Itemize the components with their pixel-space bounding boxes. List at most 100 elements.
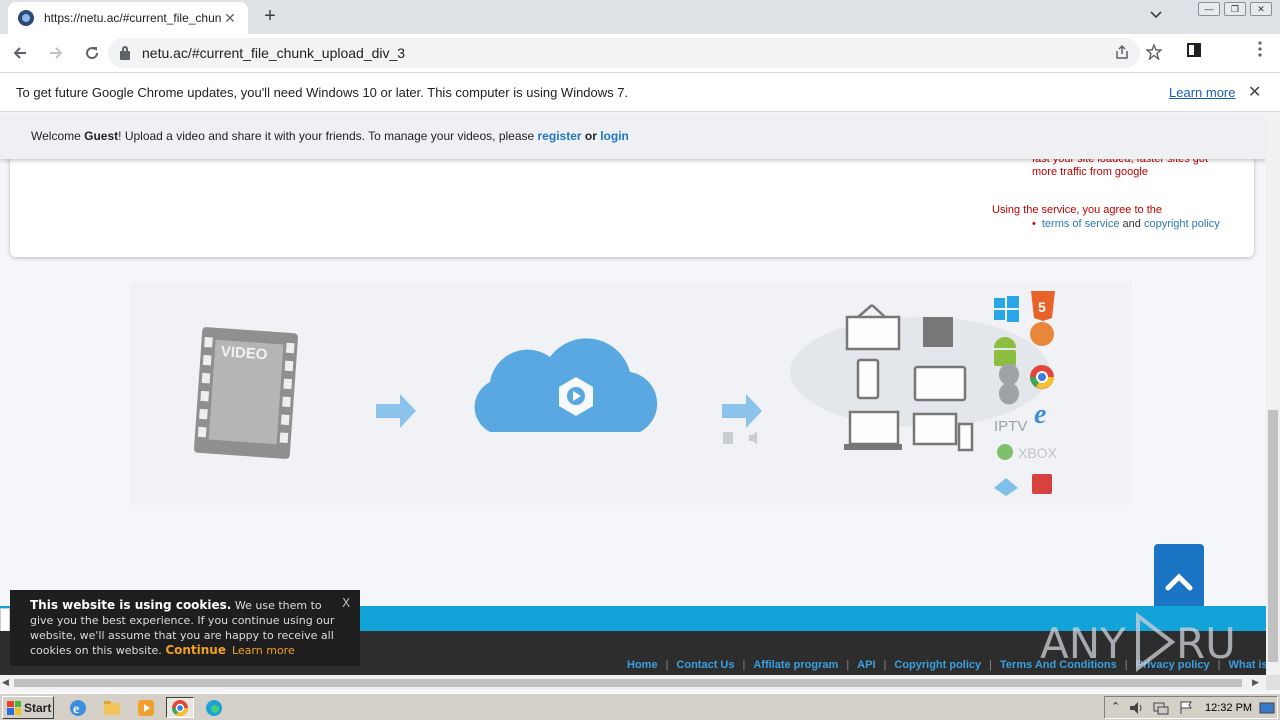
welcome-body: ! Upload a video and share it with your … — [118, 129, 538, 143]
cookie-close-icon[interactable]: X — [342, 596, 350, 611]
upload-illustration: VIDEO 5 IPTV e XBOX — [130, 282, 1132, 505]
footer-link-copyright[interactable]: Copyright policy — [894, 659, 981, 671]
tab-title: https://netu.ac/#current_file_chunk — [44, 11, 222, 25]
back-button[interactable] — [4, 37, 36, 69]
infobar-close-icon[interactable]: ✕ — [1248, 82, 1261, 102]
forward-button[interactable] — [40, 37, 72, 69]
login-link[interactable]: login — [600, 129, 629, 143]
tab-search-button[interactable] — [1150, 8, 1162, 22]
html5-icon: 5 — [1031, 291, 1055, 321]
horizontal-scroll-thumb[interactable] — [14, 679, 1242, 687]
taskbar-media-player-icon[interactable] — [132, 697, 160, 718]
anyrun-watermark: ANY RUN — [1040, 611, 1267, 675]
infobar-learn-more-link[interactable]: Learn more — [1169, 85, 1235, 100]
footer-link-affiliate[interactable]: Affilate program — [753, 659, 838, 671]
welcome-message: Welcome Guest! Upload a video and share … — [31, 129, 629, 143]
share-icon[interactable] — [1114, 44, 1130, 64]
windows-taskbar: Start e ⌃ 12:32 PM — [0, 693, 1280, 720]
page-viewport: fast your site loaded, faster sites got … — [0, 113, 1266, 675]
mobile-os-icon — [994, 478, 1018, 496]
tv-icon — [845, 315, 901, 351]
infobar-message: To get future Google Chrome updates, you… — [16, 85, 629, 100]
system-clock[interactable]: 12:32 PM — [1205, 702, 1252, 714]
android-icon — [994, 337, 1016, 366]
cookie-learn-more-link[interactable]: Learn more — [232, 644, 295, 657]
volume-icon[interactable] — [1129, 701, 1145, 715]
footer-link-contact[interactable]: Contact Us — [676, 659, 734, 671]
scroll-right-icon[interactable]: ▶ — [1252, 677, 1259, 688]
bookmark-star-icon[interactable] — [1145, 43, 1163, 64]
menu-button[interactable] — [1246, 39, 1274, 67]
scroll-left-icon[interactable]: ◀ — [2, 677, 9, 688]
firefox-icon — [1030, 322, 1054, 346]
show-desktop-icon[interactable] — [1259, 701, 1275, 715]
site-favicon-icon — [18, 10, 34, 26]
and-text: and — [1119, 218, 1144, 230]
taskbar-chrome-icon[interactable] — [166, 697, 194, 718]
cloud-upload-icon — [474, 338, 658, 432]
film-small-icon — [723, 432, 733, 444]
gamepad-icon — [923, 317, 953, 347]
restore-button[interactable]: ❐ — [1224, 2, 1246, 16]
footer-link-api[interactable]: API — [857, 659, 875, 671]
action-center-flag-icon[interactable] — [1179, 701, 1193, 715]
side-panel-icon — [1187, 43, 1201, 57]
kebab-menu-icon — [1258, 41, 1262, 57]
taskbar-edge-icon[interactable] — [200, 697, 228, 718]
tray-expand-icon[interactable]: ⌃ — [1111, 700, 1120, 713]
desktop-tower-icon — [957, 422, 974, 452]
footer-link-home[interactable]: Home — [627, 659, 658, 671]
xbox-icon — [997, 444, 1013, 460]
ie-icon: e — [1034, 399, 1046, 430]
vertical-scroll-thumb[interactable] — [1268, 410, 1278, 662]
windows-icon — [994, 296, 1019, 322]
network-icon[interactable] — [1153, 701, 1169, 715]
cookie-continue-button[interactable]: Continue — [165, 643, 226, 657]
new-tab-button[interactable]: + — [258, 5, 282, 29]
start-button[interactable]: Start — [2, 696, 54, 719]
agree-text: Using the service, you agree to the — [992, 204, 1162, 216]
cookie-banner: This website is using cookies. We use th… — [10, 590, 360, 666]
start-label: Start — [24, 700, 52, 715]
window-controls: — ❐ ✕ — [1198, 2, 1272, 16]
side-panel-button[interactable] — [1180, 39, 1208, 67]
terms-of-service-link[interactable]: terms of service — [1042, 218, 1120, 230]
cookie-title: This website is using cookies. — [30, 598, 232, 612]
welcome-prefix: Welcome — [31, 129, 85, 143]
arrow-right-icon — [50, 47, 63, 59]
back-to-top-button[interactable] — [1154, 544, 1204, 614]
system-tray: ⌃ 12:32 PM — [1104, 696, 1278, 719]
svg-text:5: 5 — [1038, 299, 1046, 315]
browser-toolbar: netu.ac/#current_file_chunk_upload_div_3 — [0, 34, 1280, 99]
terms-list-item: • terms of service and copyright policy — [1032, 218, 1220, 230]
flash-icon — [1032, 474, 1052, 494]
update-infobar: To get future Google Chrome updates, you… — [0, 72, 1280, 112]
minimize-button[interactable]: — — [1198, 2, 1220, 16]
upload-flow-graphic: VIDEO 5 IPTV e XBOX — [193, 291, 1058, 496]
or-text: or — [581, 129, 601, 143]
scrollbar-corner — [1266, 675, 1280, 690]
taskbar-explorer-icon[interactable] — [98, 697, 126, 718]
close-window-button[interactable]: ✕ — [1250, 2, 1272, 16]
arrow-left-icon — [13, 47, 26, 59]
taskbar-ie-icon[interactable]: e — [64, 697, 92, 718]
copyright-policy-link[interactable]: copyright policy — [1144, 218, 1220, 230]
reload-button[interactable] — [76, 37, 108, 69]
horizontal-scrollbar[interactable]: ◀ ▶ — [0, 675, 1266, 690]
tablet-icon — [913, 365, 967, 402]
xbox-label: XBOX — [1018, 445, 1058, 461]
arrow-right-icon — [376, 394, 416, 428]
bullet-icon: • — [1032, 218, 1036, 230]
windows-flag-icon — [7, 700, 21, 715]
browser-tab[interactable]: https://netu.ac/#current_file_chunk ✕ — [8, 2, 248, 34]
arrow-right-icon — [722, 394, 762, 428]
register-link[interactable]: register — [538, 129, 582, 143]
watermark-left-text: ANY — [1040, 619, 1126, 668]
chevron-up-icon — [1165, 573, 1193, 591]
laptop-icon — [848, 410, 900, 446]
monitor-icon — [912, 412, 958, 446]
reload-icon — [86, 47, 99, 60]
address-bar[interactable]: netu.ac/#current_file_chunk_upload_div_3 — [108, 38, 1163, 68]
tab-close-icon[interactable]: ✕ — [222, 10, 238, 27]
vertical-scrollbar[interactable] — [1266, 113, 1280, 675]
